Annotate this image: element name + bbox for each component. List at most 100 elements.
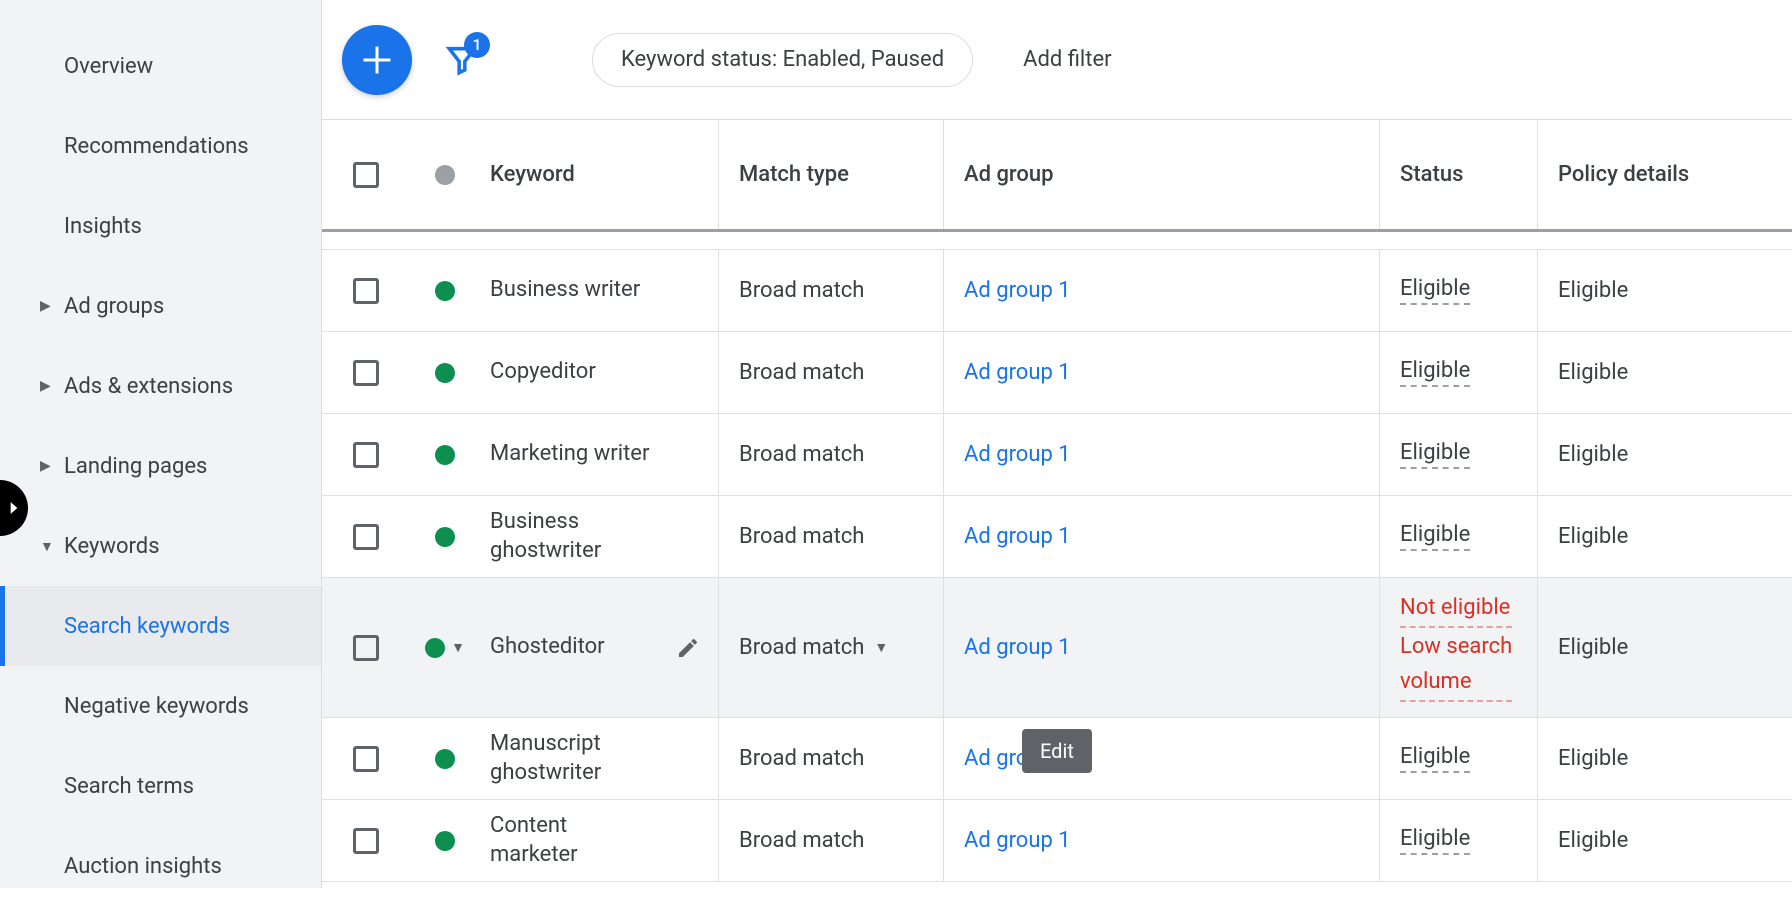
- row-checkbox[interactable]: [353, 828, 379, 854]
- edit-tooltip: Edit: [1022, 729, 1092, 773]
- table-row[interactable]: Business writer Broad match Ad group 1 Elig…: [322, 250, 1792, 332]
- status-enabled-icon: [435, 445, 455, 465]
- status-text[interactable]: Eligible: [1400, 826, 1470, 855]
- pencil-icon: [676, 636, 700, 660]
- main-content: 1 Keyword status: Enabled, Paused Add fi…: [322, 0, 1792, 888]
- ad-group-link[interactable]: Ad group 1: [964, 635, 1071, 660]
- sidebar-item-insights[interactable]: Insights: [0, 186, 321, 266]
- caret-down-icon[interactable]: ▼: [874, 639, 888, 656]
- column-header-match-type[interactable]: Match type: [718, 120, 943, 229]
- ad-group-link[interactable]: Ad group 1: [964, 360, 1071, 385]
- column-header-keyword[interactable]: Keyword: [480, 162, 718, 187]
- ad-group-link[interactable]: Ad group 1: [964, 442, 1071, 467]
- table-row[interactable]: Content marketer Broad match Ad group 1 Eli…: [322, 800, 1792, 882]
- table-row[interactable]: ▼ Ghosteditor Broad match ▼ Ad group 1 Not el…: [322, 578, 1792, 718]
- table-row[interactable]: Marketing writer Broad match Ad group 1 Eli…: [322, 414, 1792, 496]
- match-type-text: Broad match: [739, 746, 864, 771]
- edit-keyword-button[interactable]: [676, 636, 700, 660]
- sidebar-item-ad-groups[interactable]: ▶Ad groups: [0, 266, 321, 346]
- column-header-status[interactable]: Status: [1379, 120, 1537, 229]
- policy-text: Eligible: [1558, 360, 1628, 385]
- sidebar-subitem-negative-keywords[interactable]: Negative keywords: [0, 666, 321, 746]
- keyword-text: Marketing writer: [490, 440, 649, 469]
- add-filter-button[interactable]: Add filter: [1023, 47, 1111, 72]
- policy-text: Eligible: [1558, 635, 1628, 660]
- caret-right-icon: ▶: [40, 298, 64, 314]
- sidebar-item-label: Keywords: [64, 534, 160, 559]
- toolbar: 1 Keyword status: Enabled, Paused Add fi…: [322, 0, 1792, 120]
- sidebar-item-label: Recommendations: [64, 134, 249, 159]
- sidebar-item-ads-extensions[interactable]: ▶Ads & extensions: [0, 346, 321, 426]
- policy-text: Eligible: [1558, 278, 1628, 303]
- plus-icon: [359, 42, 395, 78]
- status-enabled-icon: [435, 527, 455, 547]
- status-text[interactable]: Eligible: [1400, 276, 1470, 305]
- status-text[interactable]: Eligible: [1400, 440, 1470, 469]
- status-enabled-icon: [435, 281, 455, 301]
- status-text[interactable]: volume: [1400, 667, 1512, 702]
- filter-chip-keyword-status[interactable]: Keyword status: Enabled, Paused: [592, 33, 973, 87]
- row-checkbox[interactable]: [353, 360, 379, 386]
- ad-group-link[interactable]: Ad group 1: [964, 278, 1071, 303]
- match-type-text: Broad match: [739, 360, 864, 385]
- status-indicator-header: [435, 165, 455, 185]
- row-checkbox[interactable]: [353, 524, 379, 550]
- status-text[interactable]: Not eligible: [1400, 593, 1512, 628]
- sidebar-item-label: Overview: [64, 54, 153, 79]
- policy-text: Eligible: [1558, 828, 1628, 853]
- caret-down-icon: ▼: [451, 639, 465, 656]
- sidebar-subitem-label: Auction insights: [64, 854, 222, 879]
- sidebar-item-overview[interactable]: Overview: [0, 26, 321, 106]
- row-checkbox[interactable]: [353, 746, 379, 772]
- sidebar-subitem-label: Search keywords: [64, 614, 230, 639]
- policy-text: Eligible: [1558, 746, 1628, 771]
- status-enabled-icon: [435, 831, 455, 851]
- sidebar-item-recommendations[interactable]: Recommendations: [0, 106, 321, 186]
- row-checkbox[interactable]: [353, 635, 379, 661]
- sidebar-item-label: Ad groups: [64, 294, 164, 319]
- table-row[interactable]: Business ghostwriter Broad match Ad group …: [322, 496, 1792, 578]
- keyword-text: Content marketer: [490, 812, 650, 869]
- row-checkbox[interactable]: [353, 442, 379, 468]
- column-header-ad-group[interactable]: Ad group: [943, 120, 1379, 229]
- filter-button[interactable]: 1: [432, 30, 492, 90]
- sidebar-subitem-label: Search terms: [64, 774, 194, 799]
- caret-down-icon: ▼: [40, 538, 64, 555]
- status-text[interactable]: Eligible: [1400, 744, 1470, 773]
- keyword-text: Ghosteditor: [490, 633, 605, 662]
- status-text[interactable]: Low search: [1400, 632, 1512, 663]
- match-type-text: Broad match: [739, 635, 864, 660]
- chevron-right-icon: [4, 498, 24, 518]
- sidebar-item-label: Landing pages: [64, 454, 207, 479]
- status-enabled-icon: [435, 749, 455, 769]
- add-keyword-button[interactable]: [342, 25, 412, 95]
- status-enabled-icon[interactable]: [425, 638, 445, 658]
- keyword-text: Manuscript ghostwriter: [490, 730, 650, 787]
- sidebar-subitem-search-terms[interactable]: Search terms: [0, 746, 321, 826]
- match-type-text: Broad match: [739, 442, 864, 467]
- sidebar-item-keywords[interactable]: ▼Keywords: [0, 506, 321, 586]
- caret-right-icon: ▶: [40, 378, 64, 394]
- filter-count-badge: 1: [464, 32, 490, 58]
- sidebar-item-landing-pages[interactable]: ▶Landing pages: [0, 426, 321, 506]
- sidebar-subitem-label: Negative keywords: [64, 694, 249, 719]
- policy-text: Eligible: [1558, 442, 1628, 467]
- status-text[interactable]: Eligible: [1400, 358, 1470, 387]
- table-row[interactable]: CopyeditorBroad matchAd group 1EligibleE…: [322, 332, 1792, 414]
- row-checkbox[interactable]: [353, 278, 379, 304]
- sidebar-item-label: Ads & extensions: [64, 374, 233, 399]
- ad-group-link[interactable]: Ad group 1: [964, 828, 1071, 853]
- select-all-checkbox[interactable]: [353, 162, 379, 188]
- match-type-text: Broad match: [739, 828, 864, 853]
- sidebar-subitem-search-keywords[interactable]: Search keywords: [0, 586, 321, 666]
- match-type-text: Broad match: [739, 524, 864, 549]
- keyword-text: Business ghostwriter: [490, 508, 650, 565]
- match-type-text: Broad match: [739, 278, 864, 303]
- status-text[interactable]: Eligible: [1400, 522, 1470, 551]
- keyword-text: Business writer: [490, 276, 640, 305]
- sidebar-item-label: Insights: [64, 214, 142, 239]
- column-header-policy[interactable]: Policy details: [1537, 120, 1792, 229]
- status-enabled-icon: [435, 363, 455, 383]
- ad-group-link[interactable]: Ad group 1: [964, 524, 1071, 549]
- sidebar-subitem-auction-insights[interactable]: Auction insights: [0, 826, 321, 906]
